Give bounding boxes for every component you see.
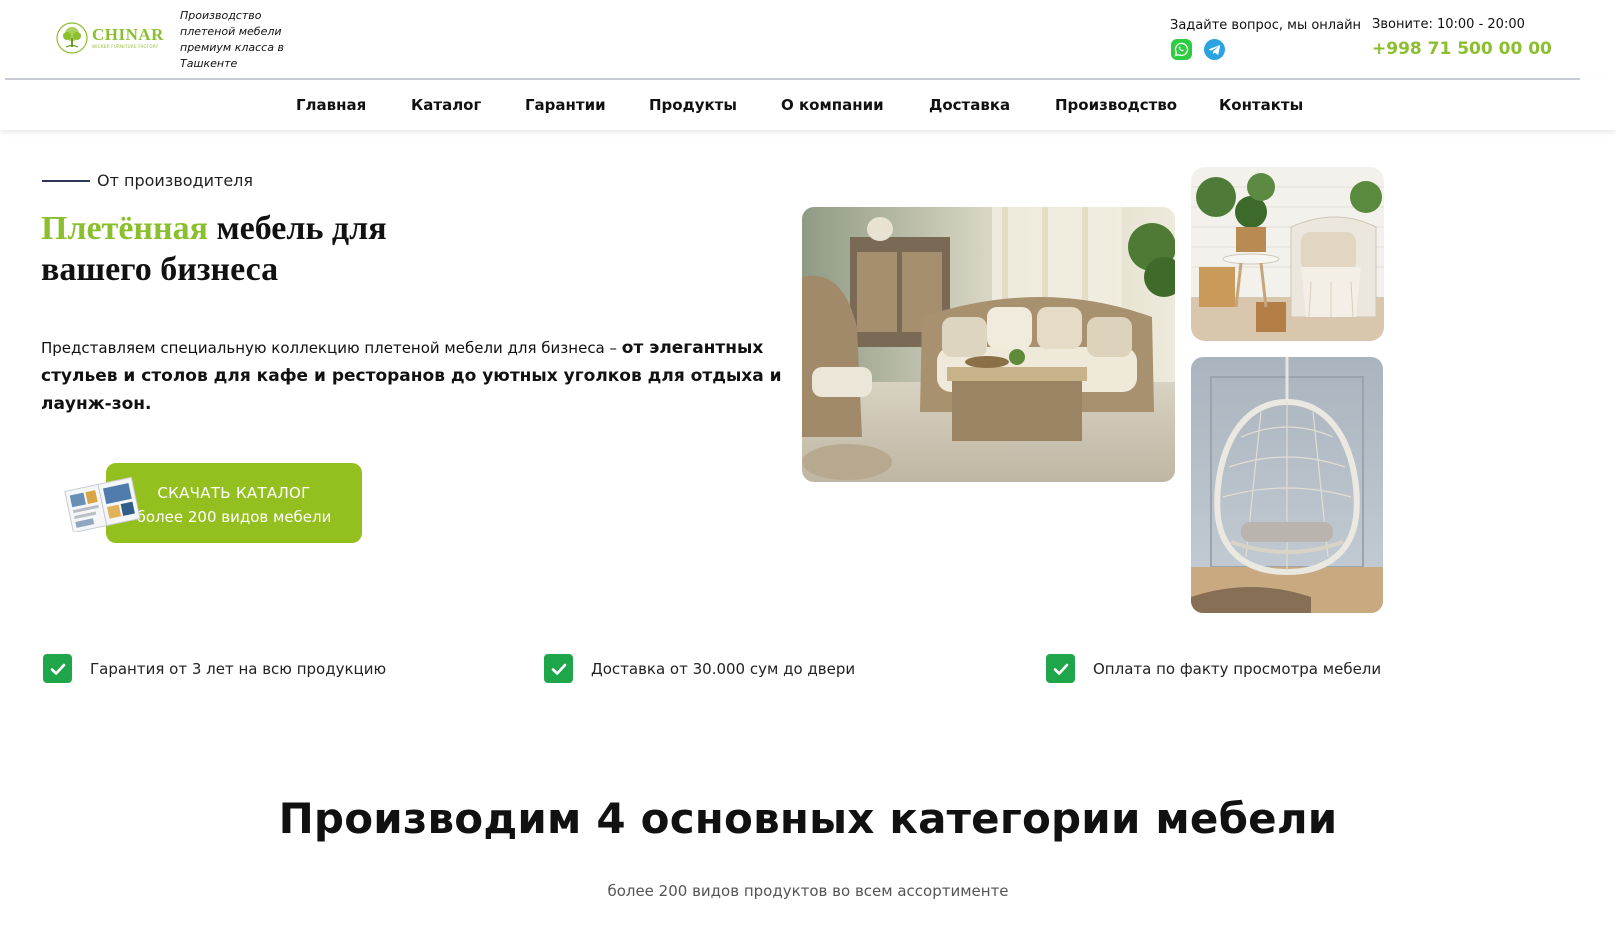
company-tagline: Производство плетеной мебели премиум кла… [180,9,284,70]
check-icon [43,654,72,683]
check-icon [544,654,573,683]
nav-item-contacts[interactable]: Контакты [1219,96,1303,114]
working-hours: Звоните: 10:00 - 20:00 [1372,17,1525,32]
nav-item-guarantees[interactable]: Гарантии [525,96,606,114]
check-icon [1046,654,1075,683]
hanging-egg-chair-photo [1191,357,1383,613]
nav-item-delivery[interactable]: Доставка [929,96,1010,114]
section-title: Производим 4 основных категории мебели [278,794,1338,843]
feature-delivery: Доставка от 30.000 сум до двери [544,654,855,683]
feature-text: Доставка от 30.000 сум до двери [591,659,856,678]
cta-sublabel: более 200 видов мебели [136,508,332,526]
logo-subtitle: WICKER FURNITURE FACTORY [92,44,159,49]
catalog-brochure-icon [64,476,141,532]
nav-item-about[interactable]: О компании [781,96,884,114]
site-header: CHINAR WICKER FURNITURE FACTORY Производ… [0,0,1616,80]
tree-logo-icon [56,22,88,54]
feature-text: Оплата по факту просмотра мебели [1093,659,1382,678]
nav-item-home[interactable]: Главная [296,96,366,114]
telegram-icon[interactable] [1204,39,1225,60]
hero-title-accent: Плетённая [41,210,208,247]
phone-link[interactable]: +998 71 500 00 00 [1372,39,1552,59]
download-catalog-button[interactable]: СКАЧАТЬ КАТАЛОГ более 200 видов мебели [106,463,362,543]
hero-description: Представляем специальную коллекцию плете… [41,334,786,418]
company-logo[interactable]: CHINAR WICKER FURNITURE FACTORY [56,18,166,58]
feature-payment: Оплата по факту просмотра мебели [1046,654,1381,683]
main-nav: Главная Каталог Гарантии Продукты О комп… [0,80,1616,130]
feature-text: Гарантия от 3 лет на всю продукцию [90,659,387,678]
hero-title: Плетённая мебель для вашего бизнеса [41,208,481,290]
hero-desc-regular: Представляем специальную коллекцию плете… [41,339,622,357]
wicker-sofa-photo [802,207,1175,482]
hero-eyebrow: От производителя [97,171,254,190]
ask-question-label: Задайте вопрос, мы онлайн [1170,18,1362,33]
eyebrow-line [42,180,90,182]
wicker-armchair-photo [1191,167,1384,341]
logo-name: CHINAR [92,25,164,44]
whatsapp-icon[interactable] [1171,39,1192,60]
feature-guarantee: Гарантия от 3 лет на всю продукцию [43,654,386,683]
nav-item-products[interactable]: Продукты [649,96,737,114]
cta-label: СКАЧАТЬ КАТАЛОГ [157,484,311,502]
nav-item-catalog[interactable]: Каталог [411,96,481,114]
section-subtitle: более 200 видов продуктов во всем ассорт… [607,882,1009,900]
nav-item-production[interactable]: Производство [1055,96,1177,114]
